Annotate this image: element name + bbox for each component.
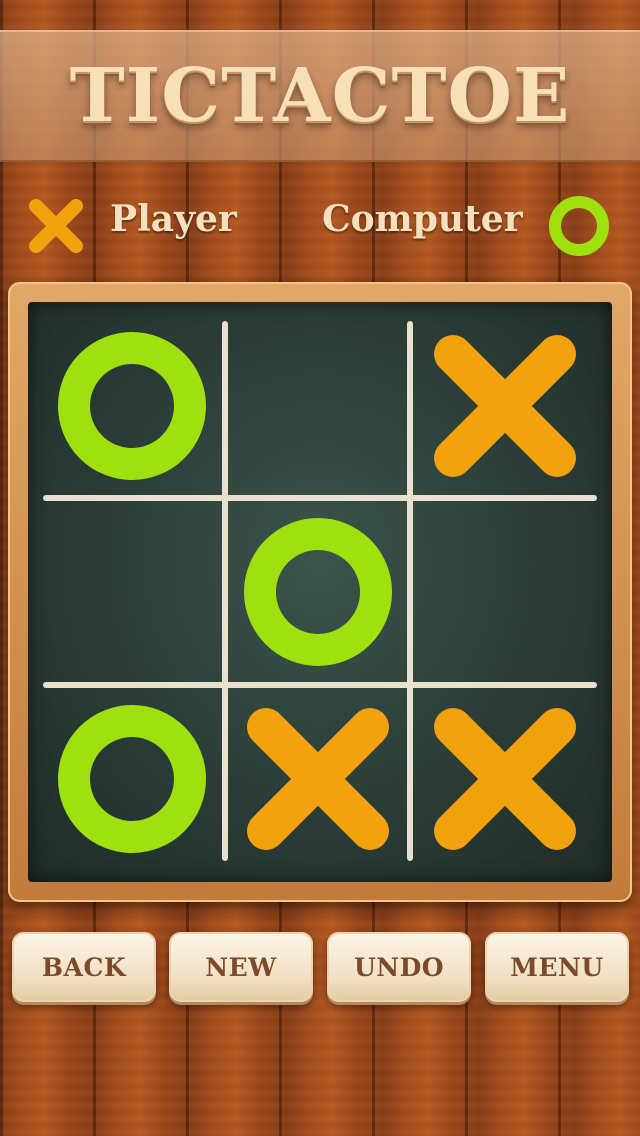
- chalkboard: [28, 302, 612, 882]
- board-cell-6[interactable]: [417, 504, 593, 680]
- back-button[interactable]: BACK: [12, 932, 156, 1002]
- game-title: TICTACTOE: [69, 53, 571, 139]
- board-cell-1[interactable]: [44, 318, 220, 494]
- computer-o-icon: [549, 196, 609, 256]
- board-cell-8[interactable]: [230, 691, 406, 867]
- computer-label: Computer: [322, 198, 523, 240]
- board-cell-2[interactable]: [230, 318, 406, 494]
- game-grid: [43, 318, 597, 867]
- cell-hit-area[interactable]: [230, 318, 406, 494]
- cell-hit-area[interactable]: [44, 504, 220, 680]
- board-cell-9[interactable]: [417, 691, 593, 867]
- player-label: Player: [110, 198, 237, 240]
- board-cell-7[interactable]: [44, 691, 220, 867]
- players-bar: Player Computer: [0, 190, 640, 260]
- cell-hit-area[interactable]: [417, 504, 593, 680]
- undo-button[interactable]: UNDO: [327, 932, 471, 1002]
- menu-button[interactable]: MENU: [485, 932, 629, 1002]
- board-cell-5[interactable]: [230, 504, 406, 680]
- board-frame: [8, 282, 632, 902]
- board-cell-4[interactable]: [44, 504, 220, 680]
- title-banner: TICTACTOE: [0, 30, 640, 162]
- button-bar: BACK NEW UNDO MENU: [0, 932, 640, 1006]
- new-button[interactable]: NEW: [169, 932, 313, 1002]
- player-x-icon: [29, 199, 83, 253]
- board-cell-3[interactable]: [417, 318, 593, 494]
